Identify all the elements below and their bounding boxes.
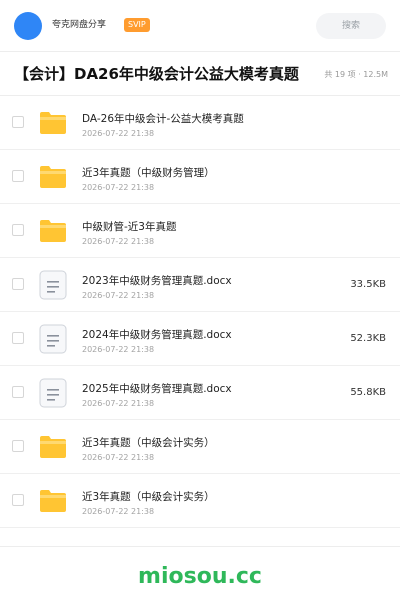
file-name: 2025年中级财务管理真题.docx <box>82 383 232 395</box>
file-name: 2024年中级财务管理真题.docx <box>82 329 232 341</box>
select-checkbox[interactable] <box>12 224 24 236</box>
select-checkbox[interactable] <box>12 494 24 506</box>
file-list: DA-26年中级会计-公益大模考真题 2026-07-22 21:38 近3年真… <box>0 96 400 528</box>
svip-badge: SVIP <box>124 18 150 32</box>
file-date: 2026-07-22 21:38 <box>82 399 155 408</box>
search-input[interactable] <box>316 13 386 39</box>
folder-icon <box>38 432 68 462</box>
document-icon <box>38 270 68 300</box>
header-bar: 夸克网盘分享 SVIP <box>0 0 400 52</box>
file-name: 近3年真题（中级财务管理） <box>82 167 215 179</box>
file-date: 2026-07-22 21:38 <box>82 453 155 462</box>
select-checkbox[interactable] <box>12 440 24 452</box>
share-page: 夸克网盘分享 SVIP 【会计】DA26年中级会计公益大模考真题 共 19 项 … <box>0 0 400 600</box>
site-watermark: miosou.cc <box>138 564 262 589</box>
file-name: 2023年中级财务管理真题.docx <box>82 275 232 287</box>
file-size: 52.3KB <box>350 333 386 344</box>
file-date: 2026-07-22 21:38 <box>82 183 155 192</box>
file-date: 2026-07-22 21:38 <box>82 237 155 246</box>
header-title: 夸克网盘分享 <box>52 20 107 30</box>
list-item[interactable]: 2025年中级财务管理真题.docx 2026-07-22 21:38 55.8… <box>0 366 400 420</box>
folder-title-bar: 【会计】DA26年中级会计公益大模考真题 共 19 项 · 12.5M <box>0 52 400 96</box>
list-item[interactable]: 近3年真题（中级财务管理） 2026-07-22 21:38 <box>0 150 400 204</box>
file-date: 2026-07-22 21:38 <box>82 291 155 300</box>
folder-icon <box>38 486 68 516</box>
list-item[interactable]: 中级财管-近3年真题 2026-07-22 21:38 <box>0 204 400 258</box>
file-date: 2026-07-22 21:38 <box>82 129 155 138</box>
document-icon <box>38 324 68 354</box>
file-size: 55.8KB <box>350 387 386 398</box>
select-checkbox[interactable] <box>12 278 24 290</box>
list-item[interactable]: DA-26年中级会计-公益大模考真题 2026-07-22 21:38 <box>0 96 400 150</box>
file-date: 2026-07-22 21:38 <box>82 507 155 516</box>
file-name: DA-26年中级会计-公益大模考真题 <box>82 113 244 125</box>
list-item[interactable]: 2023年中级财务管理真题.docx 2026-07-22 21:38 33.5… <box>0 258 400 312</box>
page-title: 【会计】DA26年中级会计公益大模考真题 <box>14 65 299 83</box>
document-icon <box>38 378 68 408</box>
footer-divider <box>0 546 400 547</box>
select-checkbox[interactable] <box>12 116 24 128</box>
select-checkbox[interactable] <box>12 386 24 398</box>
select-checkbox[interactable] <box>12 170 24 182</box>
folder-icon <box>38 162 68 192</box>
select-checkbox[interactable] <box>12 332 24 344</box>
list-item[interactable]: 近3年真题（中级会计实务） 2026-07-22 21:38 <box>0 474 400 528</box>
file-name: 近3年真题（中级会计实务） <box>82 437 215 449</box>
file-date: 2026-07-22 21:38 <box>82 345 155 354</box>
list-item[interactable]: 近3年真题（中级会计实务） 2026-07-22 21:38 <box>0 420 400 474</box>
folder-icon <box>38 108 68 138</box>
folder-meta: 共 19 项 · 12.5M <box>324 70 388 79</box>
folder-icon <box>38 216 68 246</box>
avatar[interactable] <box>14 12 42 40</box>
list-item[interactable]: 2024年中级财务管理真题.docx 2026-07-22 21:38 52.3… <box>0 312 400 366</box>
file-name: 中级财管-近3年真题 <box>82 221 177 233</box>
file-size: 33.5KB <box>350 279 386 290</box>
file-name: 近3年真题（中级会计实务） <box>82 491 215 503</box>
